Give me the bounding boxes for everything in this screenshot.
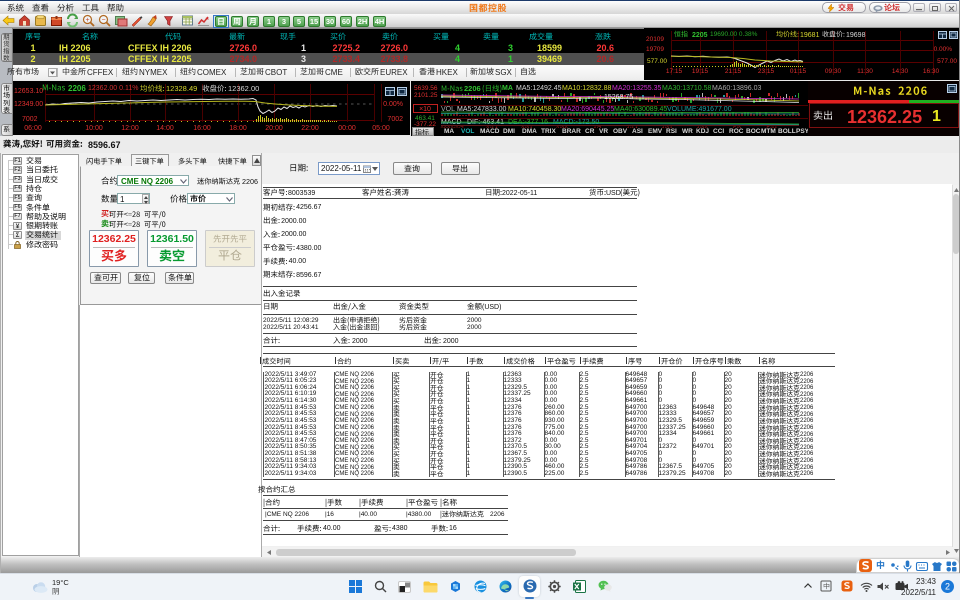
svg-text:2: 2 <box>945 582 950 592</box>
svg-text:+: + <box>85 17 89 24</box>
svg-text:−: − <box>101 17 105 24</box>
